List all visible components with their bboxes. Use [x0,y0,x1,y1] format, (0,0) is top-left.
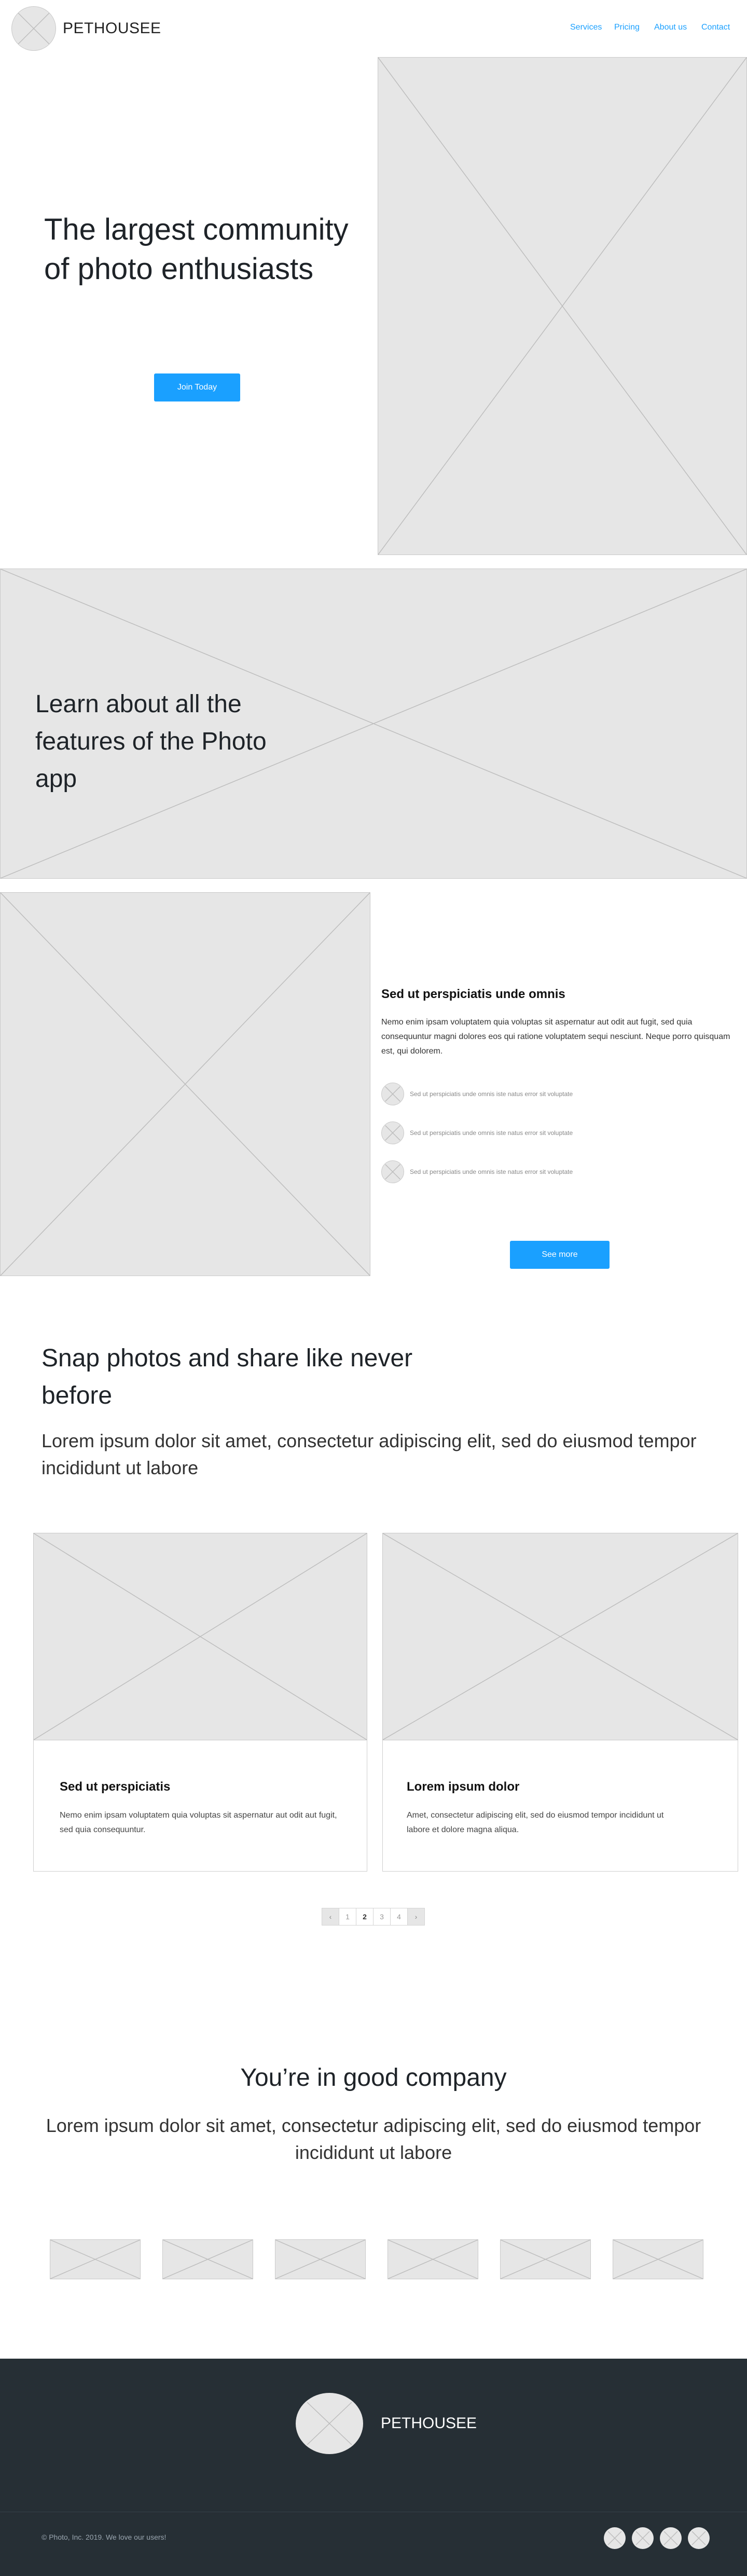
banner-headline: Learn about all the features of the Phot… [35,690,267,793]
feature-item-text: Sed ut perspiciatis unde omnis iste natu… [410,1129,573,1137]
feature-item-icon [381,1083,404,1105]
page-button[interactable]: 1 [339,1908,356,1926]
partner-logo-placeholder [275,2239,366,2279]
partner-logo-placeholder [162,2239,253,2279]
copyright-text: © Photo, Inc. 2019. We love our users! [42,2533,167,2541]
feature-item-text: Sed ut perspiciatis unde omnis iste natu… [410,1090,573,1098]
company-subhead: Lorem ipsum dolor sit amet, consectetur … [46,2115,701,2163]
nav-about[interactable]: About us [654,23,687,32]
feature-item-icon [381,1160,404,1183]
page-button[interactable]: 4 [390,1908,408,1926]
join-today-button[interactable]: Join Today [154,373,240,401]
see-more-button[interactable]: See more [510,1241,610,1269]
features-title: Sed ut perspiciatis unde omnis [381,987,565,1001]
social-icon[interactable] [604,2527,626,2549]
footer: PETHOUSEE © Photo, Inc. 2019. We love ou… [0,2359,747,2576]
feature-item-icon [381,1121,404,1144]
page-button-current[interactable]: 2 [356,1908,374,1926]
card-title: Sed ut perspiciatis [60,1780,171,1794]
card-image-placeholder [382,1533,738,1740]
card-body: Amet, consectetur adipiscing elit, sed d… [407,1811,664,1834]
feature-item-text: Sed ut perspiciatis unde omnis iste natu… [410,1168,573,1175]
page-button[interactable]: 3 [373,1908,391,1926]
prev-page-button[interactable]: ‹ [322,1908,339,1926]
social-icon[interactable] [632,2527,654,2549]
features-body: Nemo enim ipsam voluptatem quia voluptas… [381,1018,730,1056]
snap-headline: Snap photos and share like never before [42,1345,413,1409]
features-image-placeholder [0,892,370,1276]
hero-headline: The largest community of photo enthusias… [44,213,349,286]
card[interactable]: Lorem ipsum dolor Amet, consectetur adip… [382,1533,738,1872]
footer-logo-placeholder[interactable] [296,2393,363,2454]
card-body: Nemo enim ipsam voluptatem quia voluptas… [60,1811,337,1834]
partner-logo-placeholder [388,2239,478,2279]
company-headline: You’re in good company [240,2064,507,2092]
nav-contact[interactable]: Contact [701,23,730,32]
hero-image-placeholder [378,57,747,555]
partner-logo-placeholder [50,2239,141,2279]
logo-placeholder[interactable] [11,6,56,51]
social-icon[interactable] [660,2527,682,2549]
next-page-button[interactable]: › [407,1908,425,1926]
nav-services[interactable]: Services [570,23,602,32]
partner-logo-placeholder [500,2239,591,2279]
social-icon[interactable] [688,2527,710,2549]
snap-subhead: Lorem ipsum dolor sit amet, consectetur … [42,1430,697,1478]
card-title: Lorem ipsum dolor [407,1780,520,1794]
card-image-placeholder [33,1533,367,1740]
brand-name[interactable]: PETHOUSEE [63,20,161,37]
partner-logo-placeholder [613,2239,703,2279]
footer-brand: PETHOUSEE [381,2415,477,2432]
nav-pricing[interactable]: Pricing [614,23,640,32]
card[interactable]: Sed ut perspiciatis Nemo enim ipsam volu… [33,1533,367,1872]
